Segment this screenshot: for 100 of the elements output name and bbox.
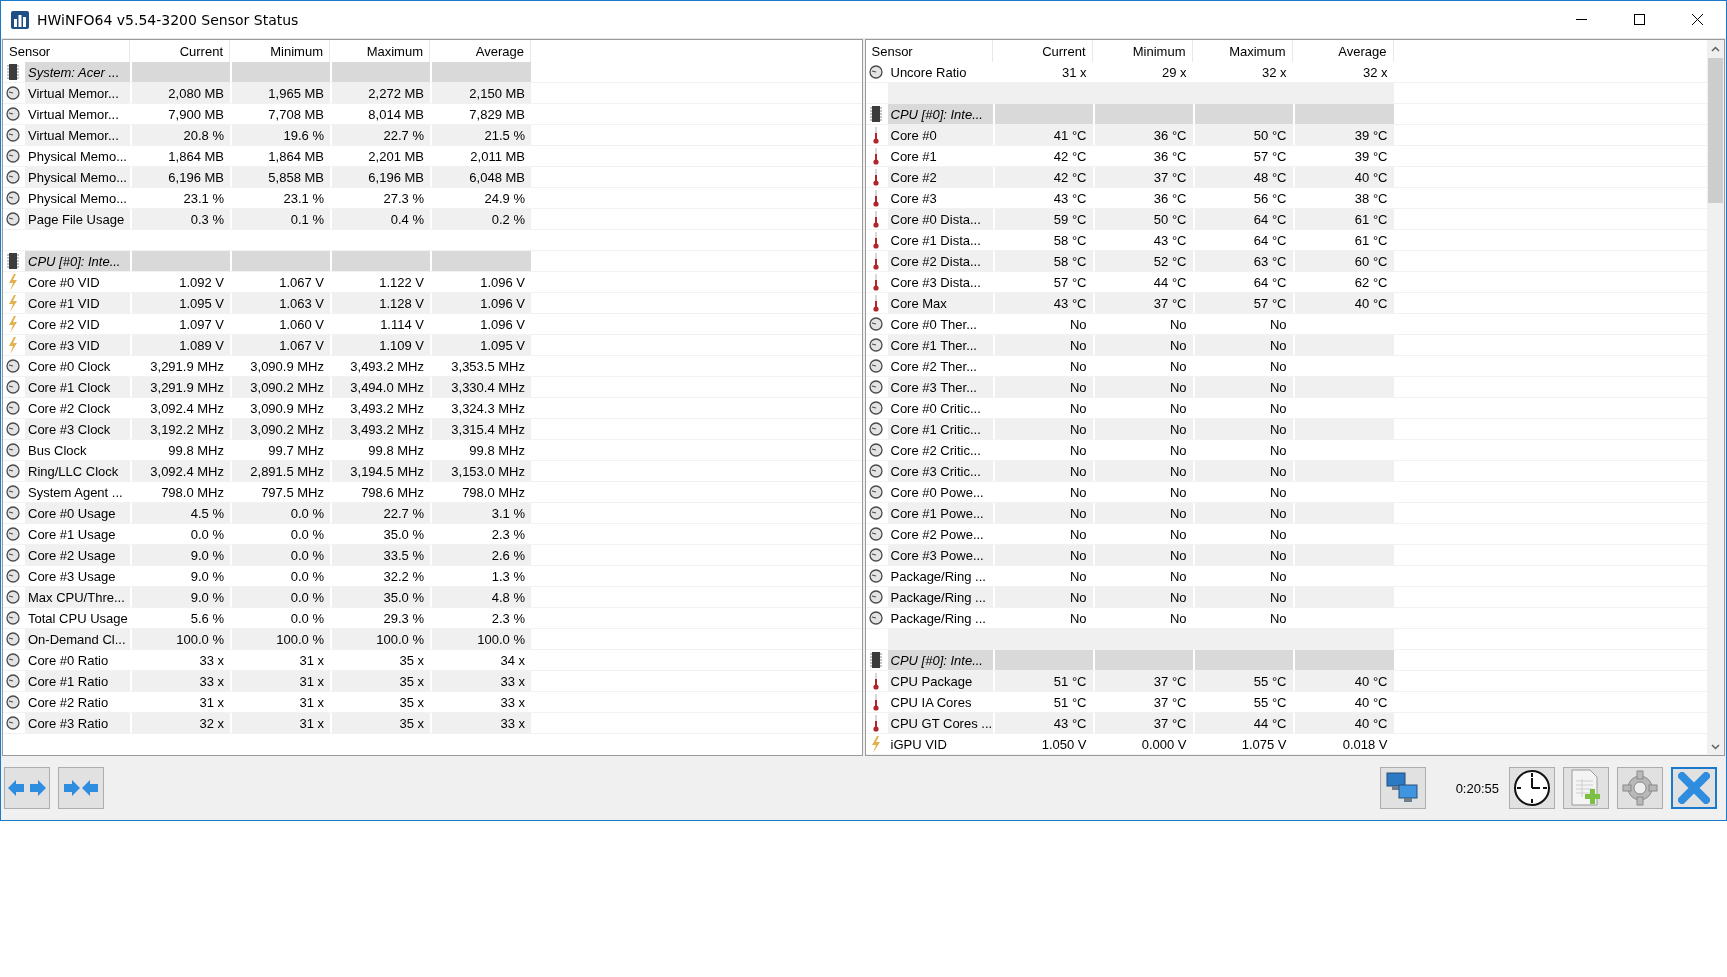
- sensor-name[interactable]: Core #0 VID: [25, 272, 130, 292]
- table-cell: 1.067 V: [232, 335, 330, 355]
- sensor-name[interactable]: Uncore Ratio: [887, 62, 993, 82]
- table-cell-text: 2,011 MB: [469, 147, 526, 166]
- table-cell: 3,330.4 MHz: [432, 377, 531, 397]
- gauge-icon: [868, 422, 883, 436]
- table-cell-text: 0.0 %: [289, 567, 325, 586]
- sensor-name[interactable]: Core #3 VID: [25, 335, 130, 355]
- sensor-name[interactable]: Core #1 Dista...: [887, 230, 993, 250]
- group-label[interactable]: CPU [#0]: Inte...: [887, 104, 993, 124]
- sensor-name[interactable]: Core #2 Usage: [25, 545, 130, 565]
- sensor-name[interactable]: Core #3 Usage: [25, 566, 130, 586]
- sensor-name[interactable]: iGPU VID: [887, 734, 993, 754]
- sensor-name[interactable]: Virtual Memor...: [25, 125, 130, 145]
- settings-button[interactable]: [1617, 767, 1663, 809]
- sensor-name[interactable]: Core #0 Usage: [25, 503, 130, 523]
- gauge-icon: [6, 380, 20, 394]
- group-label[interactable]: CPU [#0]: Inte...: [25, 251, 130, 271]
- column-header[interactable]: Average: [1294, 40, 1394, 62]
- sensor-name[interactable]: CPU IA Cores: [887, 692, 993, 712]
- column-header[interactable]: Maximum: [1194, 40, 1293, 62]
- sensor-name[interactable]: Physical Memo...: [25, 167, 130, 187]
- sensor-name[interactable]: Ring/LLC Clock: [25, 461, 130, 481]
- sensor-name[interactable]: Virtual Memor...: [25, 104, 130, 124]
- table-cell-text: 1.060 V: [278, 315, 325, 334]
- timer-button[interactable]: [1509, 767, 1555, 809]
- group-label[interactable]: System: Acer ...: [25, 62, 130, 82]
- sensor-name[interactable]: Page File Usage: [25, 209, 130, 229]
- close-button[interactable]: [1671, 767, 1717, 809]
- table-cell-text: 3,090.9 MHz: [249, 357, 325, 376]
- sensor-name[interactable]: Core #1: [887, 146, 993, 166]
- sensor-name[interactable]: Core #0 Ther...: [887, 314, 993, 334]
- collapse-button[interactable]: [58, 767, 104, 809]
- expand-button[interactable]: [4, 767, 50, 809]
- sensor-name[interactable]: Core Max: [887, 293, 993, 313]
- sensor-name[interactable]: Total CPU Usage: [25, 608, 130, 628]
- group-label[interactable]: CPU [#0]: Inte...: [887, 650, 993, 670]
- sensor-name[interactable]: Core #2 Critic...: [887, 440, 993, 460]
- sensor-name[interactable]: Core #3 Ratio: [25, 713, 130, 733]
- table-cell: 48 °C: [1194, 167, 1293, 187]
- sensor-name[interactable]: Core #1 Clock: [25, 377, 130, 397]
- sensor-name[interactable]: Core #0 Powe...: [887, 482, 993, 502]
- sensor-name[interactable]: Package/Ring ...: [887, 587, 993, 607]
- document-plus-icon: [1569, 769, 1603, 807]
- sensor-name[interactable]: Core #2 Powe...: [887, 524, 993, 544]
- sensor-name[interactable]: Core #3 Powe...: [887, 545, 993, 565]
- table-cell-text: 56 °C: [1252, 189, 1288, 208]
- table-cell-text: No: [1168, 483, 1188, 502]
- sensor-name[interactable]: CPU Package: [887, 671, 993, 691]
- sensor-name[interactable]: Core #2 Dista...: [887, 251, 993, 271]
- sensor-name[interactable]: Core #3 Clock: [25, 419, 130, 439]
- sensor-name[interactable]: Core #3 Dista...: [887, 272, 993, 292]
- sensor-name[interactable]: Core #2: [887, 167, 993, 187]
- table-cell-text: 43 °C: [1152, 231, 1188, 250]
- sensor-name[interactable]: Max CPU/Thre...: [25, 587, 130, 607]
- table-cell: 50 °C: [1094, 209, 1193, 229]
- sensor-name[interactable]: Package/Ring ...: [887, 608, 993, 628]
- sensor-name[interactable]: CPU GT Cores ...: [887, 713, 993, 733]
- table-cell-text: 1.092 V: [178, 273, 225, 292]
- sensor-name[interactable]: Core #0: [887, 125, 993, 145]
- gauge-icon: [6, 653, 20, 667]
- sensor-name[interactable]: Core #1 Critic...: [887, 419, 993, 439]
- thermometer-icon: [872, 147, 879, 165]
- caret-down-icon: [1711, 743, 1720, 750]
- scrollbar-thumb[interactable]: [1708, 58, 1723, 203]
- sensor-name[interactable]: Core #3 Critic...: [887, 461, 993, 481]
- table-cell-text: No: [1068, 357, 1088, 376]
- sensor-name[interactable]: Core #0 Ratio: [25, 650, 130, 670]
- sensor-name[interactable]: Core #3 Ther...: [887, 377, 993, 397]
- sensor-name[interactable]: Core #1 Usage: [25, 524, 130, 544]
- table-cell: No: [1194, 503, 1293, 523]
- sensor-name[interactable]: Core #2 Ther...: [887, 356, 993, 376]
- sensor-name[interactable]: Core #0 Critic...: [887, 398, 993, 418]
- sensor-name[interactable]: Core #2 Ratio: [25, 692, 130, 712]
- table-cell: 3,315.4 MHz: [432, 419, 531, 439]
- lightning-icon: [8, 315, 18, 333]
- sensor-name[interactable]: Package/Ring ...: [887, 566, 993, 586]
- gauge-icon: [868, 65, 883, 79]
- table-cell: 3,192.2 MHz: [132, 419, 230, 439]
- sensor-name[interactable]: System Agent ...: [25, 482, 130, 502]
- sensor-name[interactable]: Core #1 Ther...: [887, 335, 993, 355]
- sensor-name[interactable]: Bus Clock: [25, 440, 130, 460]
- sensor-name[interactable]: Core #0 Clock: [25, 356, 130, 376]
- sensor-name[interactable]: Core #1 Powe...: [887, 503, 993, 523]
- sensor-name[interactable]: Core #1 VID: [25, 293, 130, 313]
- sensor-name[interactable]: Virtual Memor...: [25, 83, 130, 103]
- sensor-name[interactable]: Core #1 Ratio: [25, 671, 130, 691]
- network-button[interactable]: [1379, 767, 1426, 809]
- sensor-name[interactable]: Core #2 Clock: [25, 398, 130, 418]
- gauge-icon: [6, 695, 20, 709]
- sensor-name[interactable]: Physical Memo...: [25, 146, 130, 166]
- sensor-name[interactable]: Physical Memo...: [25, 188, 130, 208]
- sensor-name[interactable]: On-Demand Cl...: [25, 629, 130, 649]
- column-header[interactable]: Minimum: [1094, 40, 1193, 62]
- sensor-name[interactable]: Core #3: [887, 188, 993, 208]
- report-button[interactable]: [1563, 767, 1609, 809]
- column-header[interactable]: Current: [994, 40, 1093, 62]
- sensor-name[interactable]: Core #0 Dista...: [887, 209, 993, 229]
- table-cell: 43 °C: [994, 713, 1093, 733]
- sensor-name[interactable]: Core #2 VID: [25, 314, 130, 334]
